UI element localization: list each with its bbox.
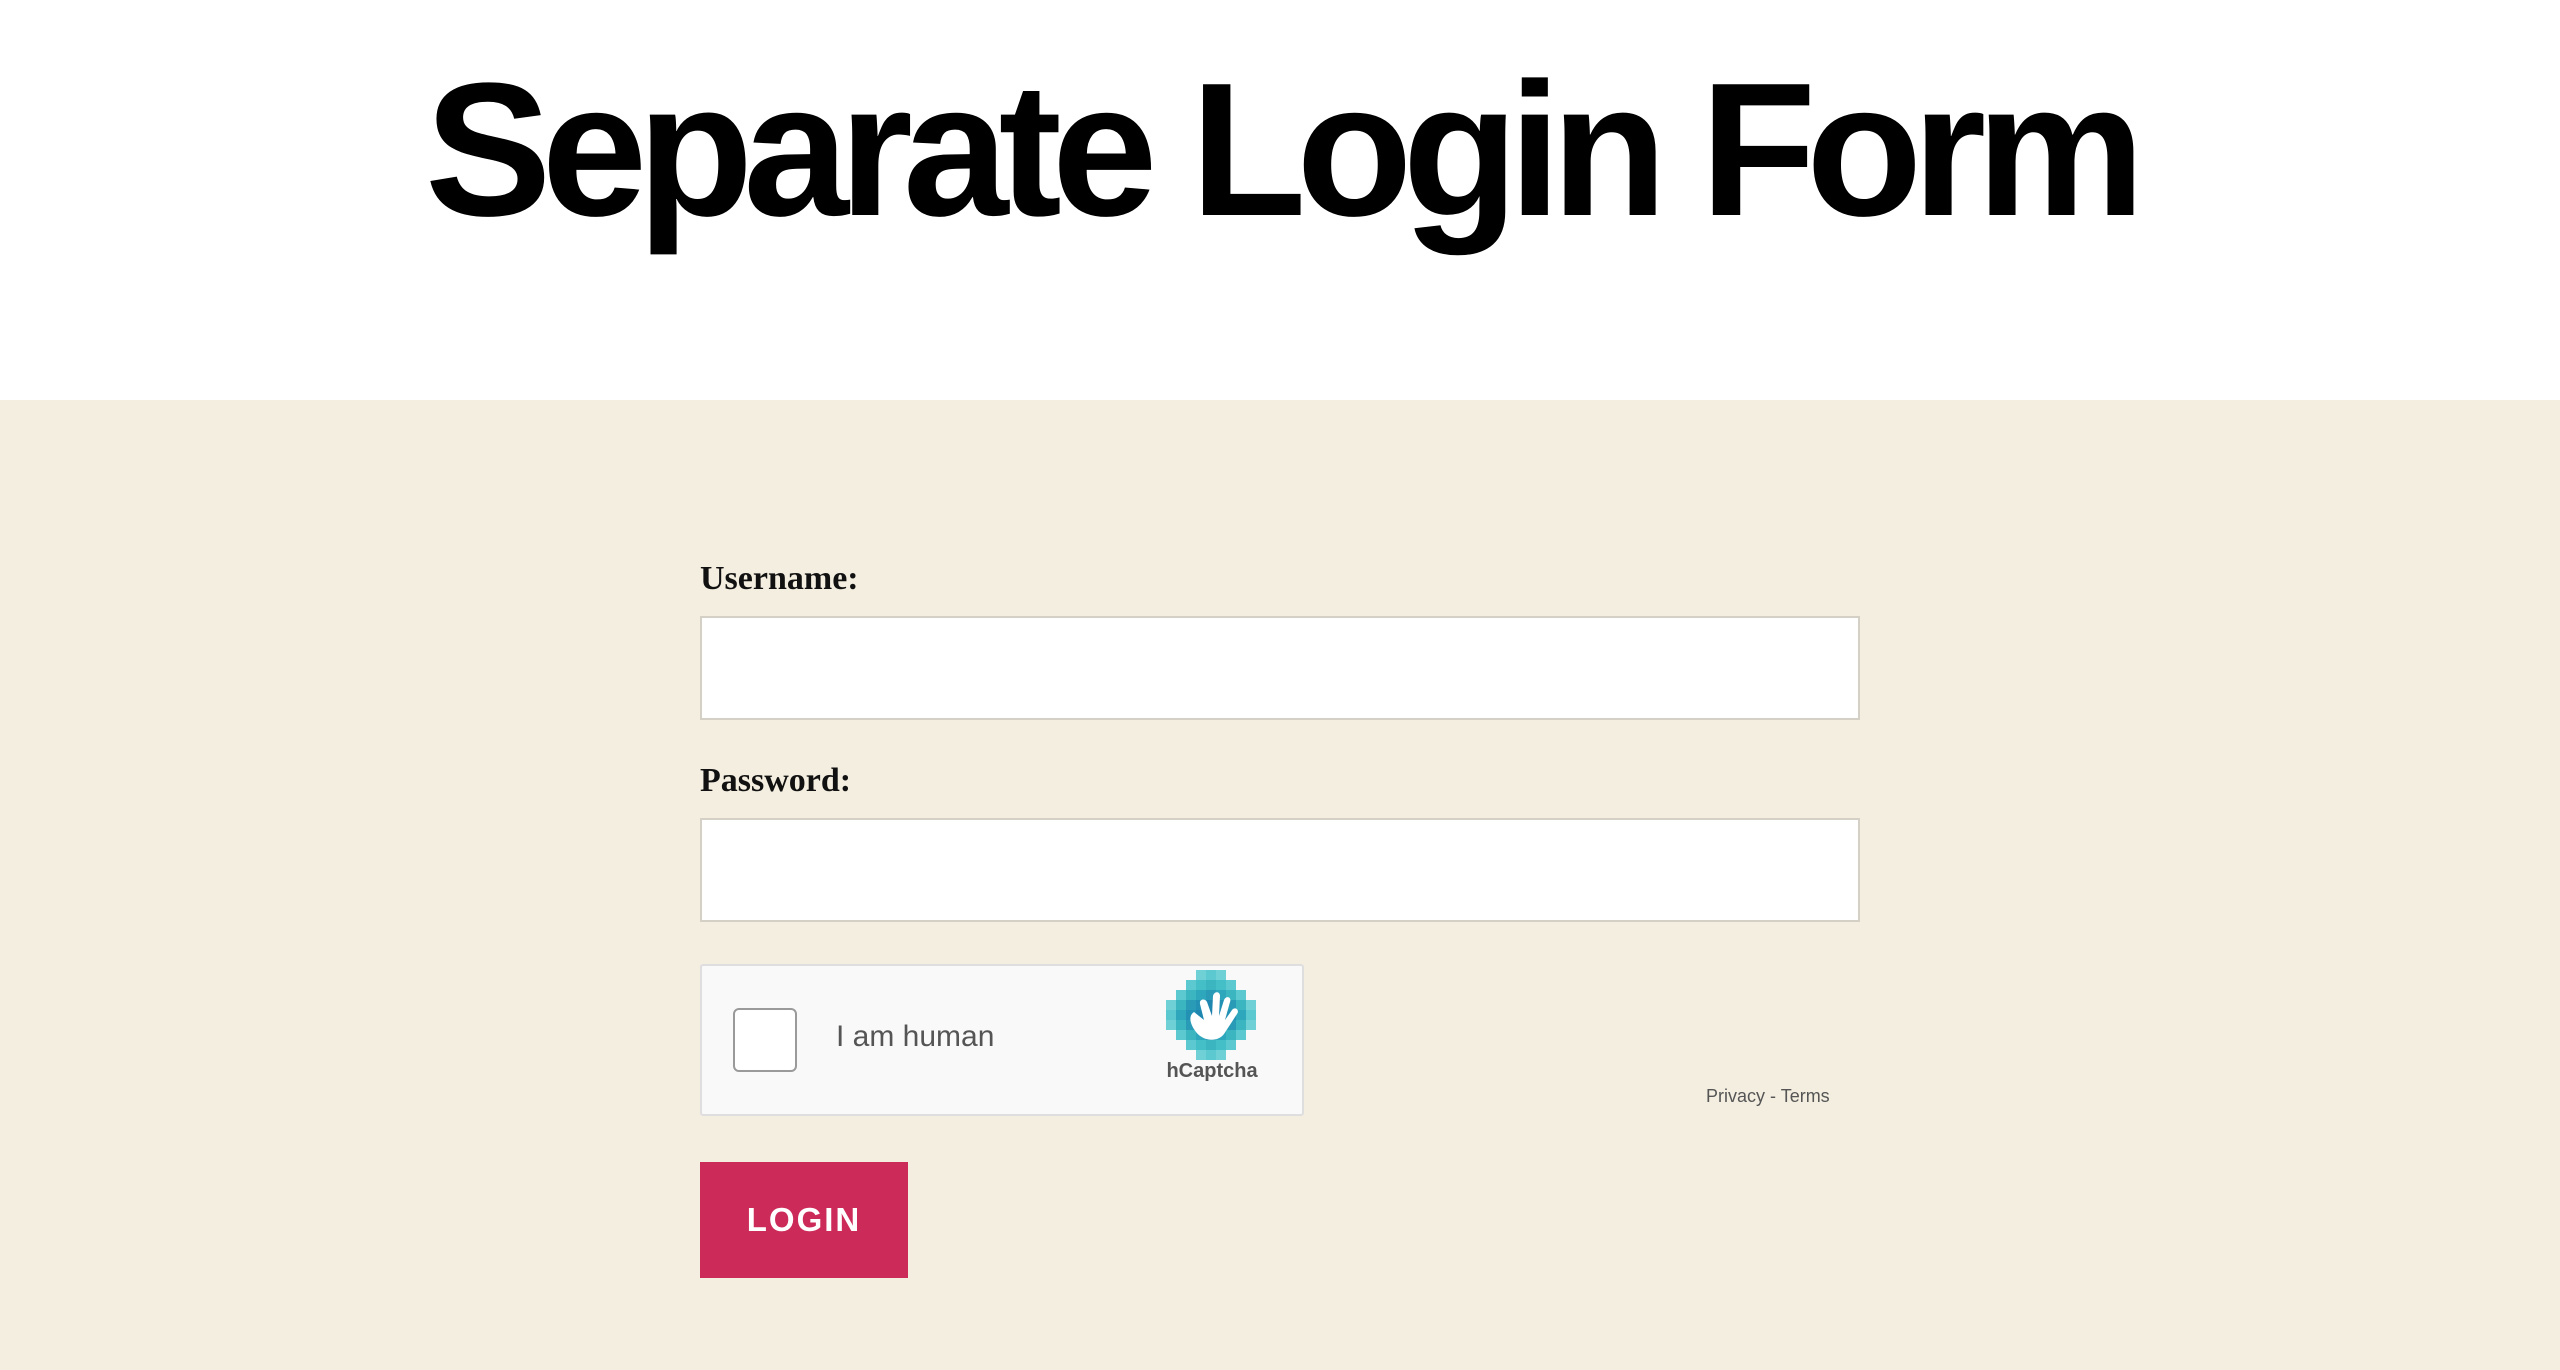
captcha-terms-link[interactable]: Terms <box>1781 1086 1830 1106</box>
captcha-label: I am human <box>836 1020 995 1053</box>
captcha-privacy-link[interactable]: Privacy <box>1706 1086 1765 1106</box>
username-label: Username: <box>700 560 859 597</box>
hcaptcha-widget: I am human hCaptcha <box>700 964 1304 1116</box>
login-button[interactable]: LOGIN <box>700 1162 908 1278</box>
captcha-links: Privacy - Terms <box>1706 1086 1830 1107</box>
page-header: Separate Login Form <box>0 0 2560 400</box>
captcha-checkbox[interactable] <box>733 1008 797 1072</box>
captcha-link-separator: - <box>1765 1086 1781 1106</box>
username-input[interactable] <box>700 616 1860 720</box>
captcha-brand: hCaptcha <box>1166 1060 1258 1082</box>
hcaptcha-logo-icon <box>1166 970 1256 1060</box>
page-title: Separate Login Form <box>424 44 2145 256</box>
main-content: Username: Password: I am human hCaptcha … <box>0 400 2560 1370</box>
password-input[interactable] <box>700 818 1860 922</box>
password-label: Password: <box>700 762 852 799</box>
